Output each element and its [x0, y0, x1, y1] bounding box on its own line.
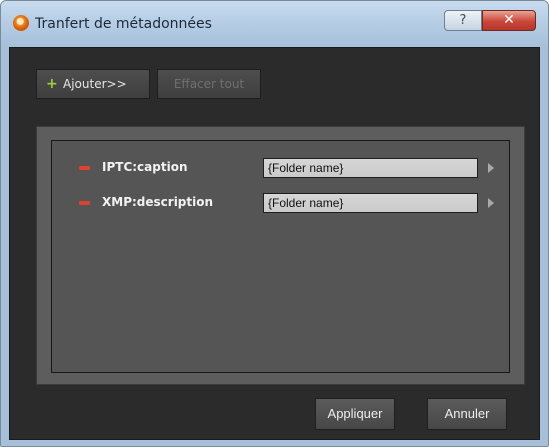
dialog-window: Tranfert de métadonnées ? ✕ + Ajouter>> …	[0, 0, 549, 447]
app-icon	[13, 15, 29, 31]
mapping-row: XMP:description {Folder name}	[52, 193, 509, 217]
chevron-right-icon[interactable]	[488, 198, 494, 208]
value-input[interactable]: {Folder name}	[263, 158, 478, 178]
close-button[interactable]: ✕	[482, 10, 536, 31]
clear-all-button[interactable]: Effacer tout	[157, 69, 261, 99]
add-button-label: Ajouter>>	[63, 77, 127, 91]
cancel-button[interactable]: Annuler	[427, 398, 507, 430]
mappings-list: IPTC:caption {Folder name} XMP:descripti…	[51, 140, 510, 373]
title-bar[interactable]: Tranfert de métadonnées ? ✕	[1, 1, 548, 47]
minus-icon[interactable]	[79, 201, 90, 205]
dialog-body: + Ajouter>> Effacer tout IPTC:caption {F…	[9, 47, 540, 440]
minus-icon[interactable]	[79, 166, 90, 170]
plus-icon: +	[46, 76, 58, 92]
mapping-row: IPTC:caption {Folder name}	[52, 158, 509, 182]
dialog-title: Tranfert de métadonnées	[35, 16, 212, 32]
chevron-right-icon[interactable]	[488, 163, 494, 173]
add-button[interactable]: + Ajouter>>	[36, 69, 150, 99]
help-button[interactable]: ?	[444, 10, 482, 31]
field-label: IPTC:caption	[102, 160, 188, 174]
apply-button[interactable]: Appliquer	[315, 398, 395, 430]
field-label: XMP:description	[102, 195, 214, 209]
value-input[interactable]: {Folder name}	[263, 193, 478, 213]
